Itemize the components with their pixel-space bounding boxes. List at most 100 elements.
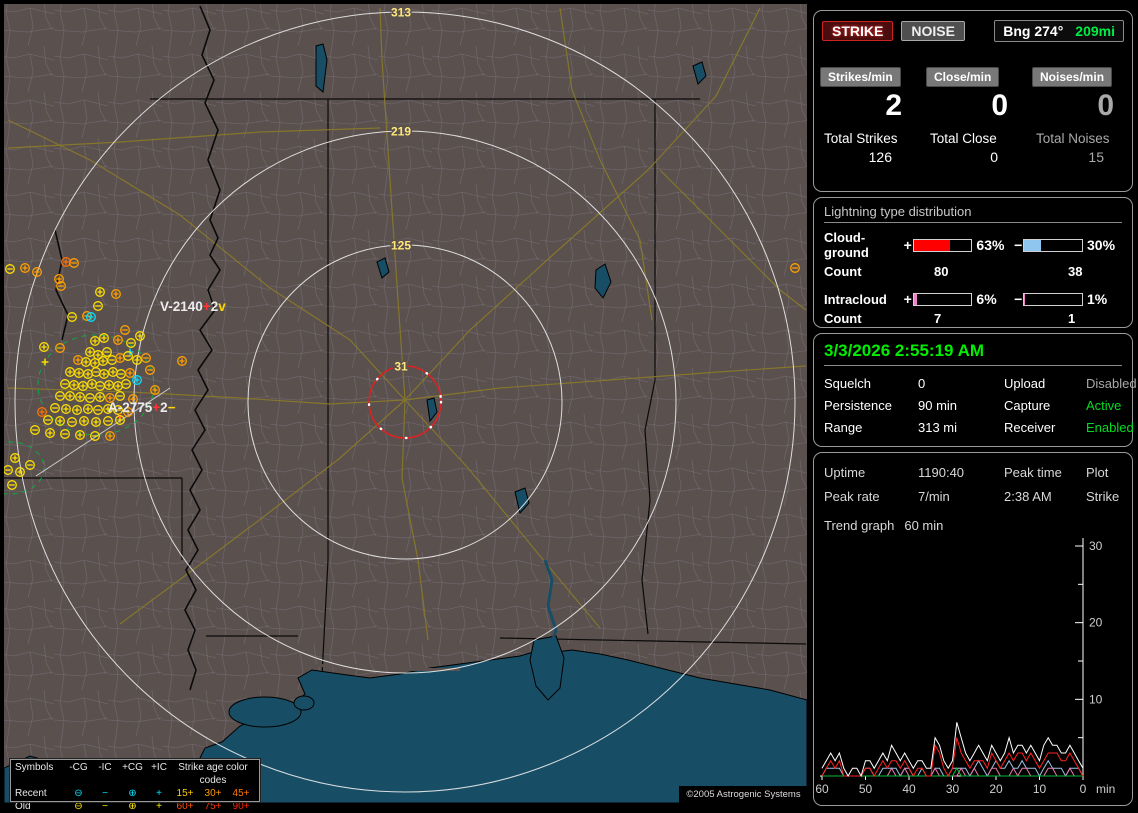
close-column: Close/min 0 Total Close 0 [920, 67, 1026, 165]
legend-symbol-minus-icon: − [102, 801, 108, 812]
total-strikes-value: 126 [868, 149, 892, 165]
legend-age: 45+ [232, 788, 250, 799]
legend-age: 30+ [204, 788, 222, 799]
svg-text:10: 10 [1089, 692, 1103, 706]
intracloud-label: Intracloud [824, 291, 887, 307]
plus-sign: + [903, 237, 912, 253]
legend-symbol-plus-icon: + [156, 801, 162, 812]
ic-plus-count: 7 [934, 311, 942, 326]
storm-cell-label: V-2140+2v [160, 299, 226, 314]
total-noises-label: Total Noises [1036, 131, 1110, 146]
legend-age: 15+ [176, 788, 194, 799]
legend-row-label: Old [15, 801, 31, 812]
legend-age-header: Strike age color codes [178, 762, 248, 786]
legend-header: -CG [69, 762, 88, 773]
cg-plus-count: 80 [934, 264, 949, 279]
status-k2: Upload [1004, 376, 1046, 391]
svg-text:60: 60 [815, 782, 829, 796]
cg-plus-percent: 63% [976, 237, 1005, 253]
plus-sign: + [903, 291, 912, 307]
bearing-distance: 209mi [1075, 23, 1115, 39]
bearing-value: Bng 274° [1003, 23, 1064, 39]
legend-header: Symbols [15, 762, 54, 773]
strike-toggle-button[interactable]: STRIKE [822, 21, 894, 41]
count-label: Count [824, 264, 862, 279]
status-v2: Enabled [1086, 420, 1134, 435]
total-strikes-label: Total Strikes [824, 131, 898, 146]
noises-rate: 0 [1097, 89, 1114, 122]
close-per-min-chip: Close/min [926, 67, 1000, 87]
storm-cell-label: A-2775+2− [108, 400, 176, 415]
strike-legend: Symbols -CG -IC +CG +IC Strike age color code… [9, 758, 261, 812]
legend-age: 60+ [176, 801, 194, 812]
status-k2: Receiver [1004, 420, 1056, 435]
intracloud-count-row: Count 7 1 [824, 311, 1124, 326]
cg-minus-percent: 30% [1087, 237, 1116, 253]
legend-symbol-circle-plus-icon: ⊕ [128, 788, 137, 799]
status-v2: Active [1086, 398, 1122, 413]
copyright-bar: ©2005 Astrogenic Systems [679, 786, 808, 803]
strikes-rate: 2 [885, 89, 902, 122]
noises-per-min-chip: Noises/min [1032, 67, 1113, 87]
counters-panel: STRIKE NOISE Bng 274° 209mi Strikes/min … [813, 10, 1133, 192]
status-k2: Capture [1004, 398, 1051, 413]
ic-plus-bar [912, 292, 973, 306]
svg-text:50: 50 [859, 782, 873, 796]
trend-panel: Uptime 1190:40 Peak time Plot Peak rate 7/min… [813, 452, 1133, 806]
cg-plus-bar [912, 238, 973, 252]
status-v2: Disabled [1086, 376, 1137, 391]
total-noises-value: 15 [1088, 149, 1104, 165]
cloud-ground-label: Cloud-ground [824, 230, 869, 260]
ic-minus-bar [1023, 292, 1083, 306]
svg-text:30: 30 [1089, 539, 1103, 553]
legend-age: 90+ [232, 801, 250, 812]
svg-text:10: 10 [1033, 782, 1047, 796]
map-canvas: 313 219 125 31 V-2140+2v A-2775+2− [4, 4, 807, 803]
minus-sign: − [1014, 237, 1023, 253]
count-label: Count [824, 311, 862, 326]
legend-header: +IC [151, 762, 167, 773]
legend-symbol-minus-icon: − [102, 788, 108, 799]
ic-plus-percent: 6% [976, 291, 997, 307]
status-k1: Squelch [824, 376, 871, 391]
noises-column: Noises/min 0 Total Noises 15 [1026, 67, 1132, 165]
close-rate: 0 [991, 89, 1008, 122]
noise-toggle-button[interactable]: NOISE [901, 21, 965, 41]
range-ring-label: 31 [394, 360, 408, 374]
ic-minus-count: 1 [1068, 311, 1076, 326]
status-k1: Range [824, 420, 863, 435]
svg-text:20: 20 [1089, 616, 1103, 630]
legend-header: +CG [122, 762, 143, 773]
minus-sign: − [1014, 291, 1023, 307]
distribution-title: Lightning type distribution [824, 204, 1122, 223]
range-ring-label: 125 [391, 239, 411, 253]
svg-text:0: 0 [1080, 782, 1087, 796]
intracloud-row: Intracloud + 6% − 1% [824, 291, 1124, 307]
status-v1: 90 min [918, 398, 958, 413]
legend-symbol-circle-plus-icon: ⊕ [128, 801, 137, 812]
legend-age: 75+ [204, 801, 222, 812]
total-close-label: Total Close [930, 131, 997, 146]
svg-text:40: 40 [902, 782, 916, 796]
status-v1: 313 mi [918, 420, 958, 435]
status-v1: 0 [918, 376, 926, 391]
status-grid: Squelch 0 Upload Disabled Persistence 90 min C… [824, 376, 1137, 435]
total-close-value: 0 [990, 149, 998, 165]
legend-row-label: Recent [15, 788, 47, 799]
distribution-panel: Lightning type distribution Cloud-ground… [813, 197, 1133, 328]
svg-text:20: 20 [989, 782, 1003, 796]
cg-minus-bar [1023, 238, 1083, 252]
legend-symbol-circle-minus-icon: ⊖ [74, 801, 83, 812]
copyright-text: ©2005 Astrogenic Systems [686, 789, 801, 800]
strikes-per-min-chip: Strikes/min [820, 67, 901, 87]
range-ring-label: 313 [391, 6, 411, 20]
cloud-ground-count-row: Count 80 38 [824, 264, 1124, 279]
trend-graph: 10 20 30 60 50 40 30 20 10 0 min [815, 538, 1115, 796]
datetime-display: 3/3/2026 2:55:19 AM [824, 341, 1122, 366]
ic-minus-percent: 1% [1087, 291, 1108, 307]
legend-symbol-circle-minus-icon: ⊖ [74, 788, 83, 799]
strikes-column: Strikes/min 2 Total Strikes 126 [814, 67, 920, 165]
bearing-indicator: Bng 274° 209mi [994, 20, 1124, 42]
status-k1: Persistence [824, 398, 892, 413]
lightning-map[interactable]: 313 219 125 31 V-2140+2v A-2775+2− Symbols -CG… [4, 4, 807, 812]
